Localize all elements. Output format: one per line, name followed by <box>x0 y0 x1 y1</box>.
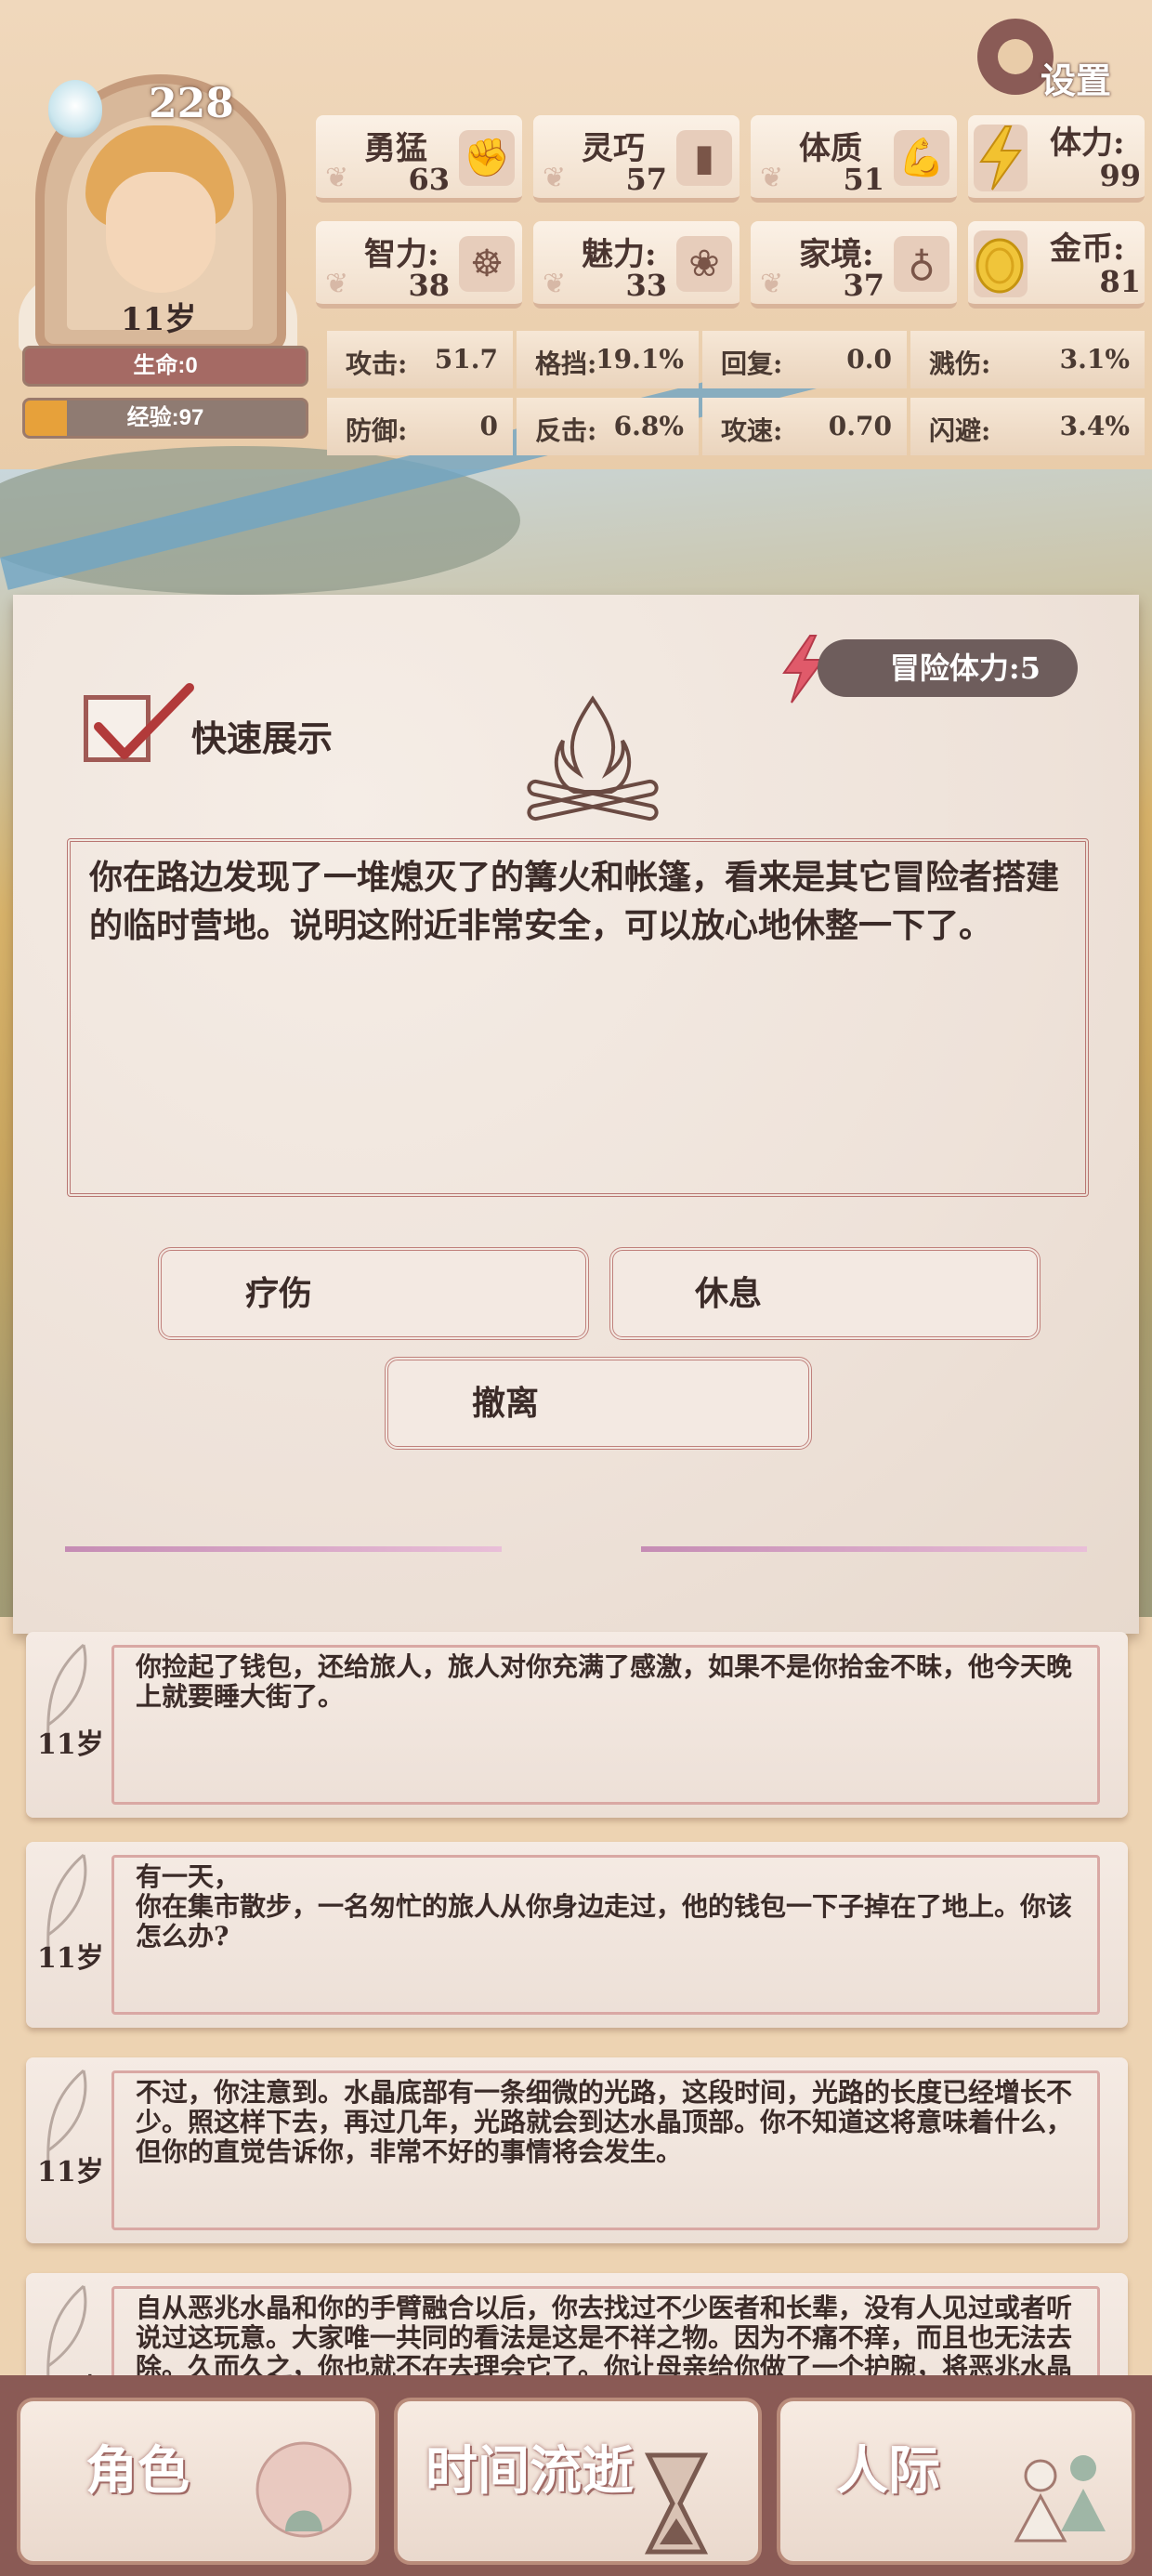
log-entry-text: 有一天， 你在集市散步，一名匆忙的旅人从你身边走过，他的钱包一下子掉在了地上。你… <box>136 1861 1073 1952</box>
attribute-value: 33 <box>625 268 667 303</box>
log-entry-age: 11岁 <box>37 1942 104 1975</box>
combat-stat-label: 攻击: <box>346 348 408 379</box>
combat-stat-counter: 反击: 6.8% <box>517 398 699 455</box>
life-bar: 生命:0 <box>22 346 308 387</box>
exp-label: 经验:97 <box>126 405 204 430</box>
combat-stat-dodge: 闪避: 3.4% <box>910 398 1145 455</box>
campfire-icon <box>527 695 659 821</box>
attribute-card-constitution[interactable]: ❦ 体质 51 💪 <box>751 115 957 203</box>
combat-stat-label: 回复: <box>721 348 783 379</box>
combat-stat-splash: 溅伤: 3.1% <box>910 331 1145 388</box>
log-entry: 11岁 有一天， 你在集市散步，一名匆忙的旅人从你身边走过，他的钱包一下子掉在了… <box>26 1842 1128 2028</box>
adventure-stamina-badge: 冒险体力:5 <box>818 639 1078 697</box>
combat-stat-attack-speed: 攻速: 0.70 <box>702 398 907 455</box>
fist-icon: ✊ <box>459 130 515 186</box>
arm-icon: 💪 <box>894 130 949 186</box>
attribute-value: 57 <box>625 162 667 197</box>
lightning-icon <box>974 125 1028 191</box>
attribute-card-agility[interactable]: ❦ 灵巧 57 ▮ <box>533 115 740 203</box>
event-text: 你在路边发现了一堆熄灭了的篝火和帐篷，看来是其它冒险者搭建的临时营地。说明这附近… <box>89 858 1060 945</box>
pouch-icon: ♁ <box>894 236 949 292</box>
nav-time-button[interactable]: 时间流逝 <box>394 2398 762 2565</box>
quick-display-label[interactable]: 快速展示 <box>191 710 333 761</box>
hourglass-icon <box>644 2452 709 2555</box>
log-entry-age: 11岁 <box>37 2156 104 2188</box>
combat-stat-label: 格挡: <box>535 348 597 379</box>
combat-stat-label: 防御: <box>346 415 408 446</box>
attribute-value: 37 <box>843 268 884 303</box>
settings-button[interactable]: 设置 <box>1041 52 1111 103</box>
combat-stat-recovery: 回复: 0.0 <box>702 331 907 388</box>
combat-stat-label: 闪避: <box>929 415 991 446</box>
soul-icon <box>48 80 102 138</box>
combat-stat-defense: 防御: 0 <box>327 398 513 455</box>
people-icon <box>1014 2455 1106 2543</box>
combat-stat-value: 19.1% <box>596 344 684 375</box>
ornament-icon: ❦ <box>760 268 784 300</box>
attribute-value: 63 <box>408 162 450 197</box>
stamina-card[interactable]: 体力: 99 <box>968 115 1145 203</box>
combat-stat-value: 51.7 <box>434 344 498 375</box>
divider-right <box>641 1546 1087 1552</box>
gold-value: 81 <box>1099 264 1141 299</box>
soul-count: 228 <box>149 80 234 127</box>
option-button-retreat[interactable]: 撤离 <box>385 1357 812 1450</box>
option-button-heal[interactable]: 疗伤 <box>158 1247 589 1340</box>
combat-stat-value: 3.1% <box>1059 344 1130 375</box>
nav-character-button[interactable]: 角色 <box>17 2398 379 2565</box>
ornament-icon: ❦ <box>325 162 349 194</box>
exp-bar-fill <box>25 401 68 436</box>
attribute-value: 51 <box>843 162 884 197</box>
brain-icon: ☸ <box>459 236 515 292</box>
ornament-icon: ❦ <box>760 162 784 194</box>
age-label: 11岁 <box>121 301 197 338</box>
gold-card[interactable]: 金币: 81 <box>968 221 1145 309</box>
attribute-card-family[interactable]: ❦ 家境: 37 ♁ <box>751 221 957 309</box>
attribute-card-bravery[interactable]: ❦ 勇猛 63 ✊ <box>316 115 522 203</box>
nav-time-label: 时间流逝 <box>425 2440 634 2502</box>
checkmark-icon <box>94 683 194 759</box>
combat-stat-label: 攻速: <box>721 415 783 446</box>
log-entry: 11岁 你捡起了钱包，还给旅人，旅人对你充满了感激，如果不是你拾金不昧，他今天晚… <box>26 1632 1128 1818</box>
gear-icon-center <box>998 39 1033 74</box>
attribute-card-charm[interactable]: ❦ 魅力: 33 ❀ <box>533 221 740 309</box>
stamina-label: 体力: <box>1050 125 1125 162</box>
log-entry: 11岁 不过，你注意到。水晶底部有一条细微的光路，这段时间，光路的长度已经增长不… <box>26 2057 1128 2243</box>
ornament-icon: ❦ <box>543 268 567 300</box>
combat-stat-value: 0 <box>479 411 498 441</box>
option-button-rest[interactable]: 休息 <box>609 1247 1041 1340</box>
character-icon <box>255 2441 352 2538</box>
divider-left <box>65 1546 502 1552</box>
log-entry-text: 你捡起了钱包，还给旅人，旅人对你充满了感激，如果不是你拾金不昧，他今天晚上就要睡… <box>136 1651 1073 1712</box>
lotus-icon: ❀ <box>676 236 732 292</box>
ornament-icon: ❦ <box>325 268 349 300</box>
combat-stat-value: 6.8% <box>613 411 684 441</box>
nav-social-label: 人际 <box>836 2440 940 2502</box>
attribute-value: 38 <box>408 268 450 303</box>
combat-stat-label: 溅伤: <box>929 348 991 379</box>
log-entry-age: 11岁 <box>37 1728 104 1761</box>
exp-bar: 经验:97 <box>22 398 308 439</box>
attribute-card-intelligence[interactable]: ❦ 智力: 38 ☸ <box>316 221 522 309</box>
combat-stat-value: 0.70 <box>828 411 892 441</box>
avatar-face <box>106 172 216 293</box>
cloth-icon: ▮ <box>676 130 732 186</box>
combat-stat-attack: 攻击: 51.7 <box>327 331 513 388</box>
life-label: 生命:0 <box>133 353 198 378</box>
combat-stat-value: 0.0 <box>846 344 892 375</box>
log-entry-text: 不过，你注意到。水晶底部有一条细微的光路，这段时间，光路的长度已经增长不少。照这… <box>136 2077 1073 2167</box>
gold-label: 金币: <box>1050 230 1125 268</box>
coin-icon <box>974 230 1028 297</box>
ornament-icon: ❦ <box>543 162 567 194</box>
nav-social-button[interactable]: 人际 <box>777 2398 1135 2565</box>
combat-stat-label: 反击: <box>535 415 597 446</box>
nav-character-label: 角色 <box>85 2440 190 2502</box>
stamina-value: 99 <box>1099 158 1141 193</box>
combat-stat-block: 格挡: 19.1% <box>517 331 699 388</box>
combat-stat-value: 3.4% <box>1059 411 1130 441</box>
